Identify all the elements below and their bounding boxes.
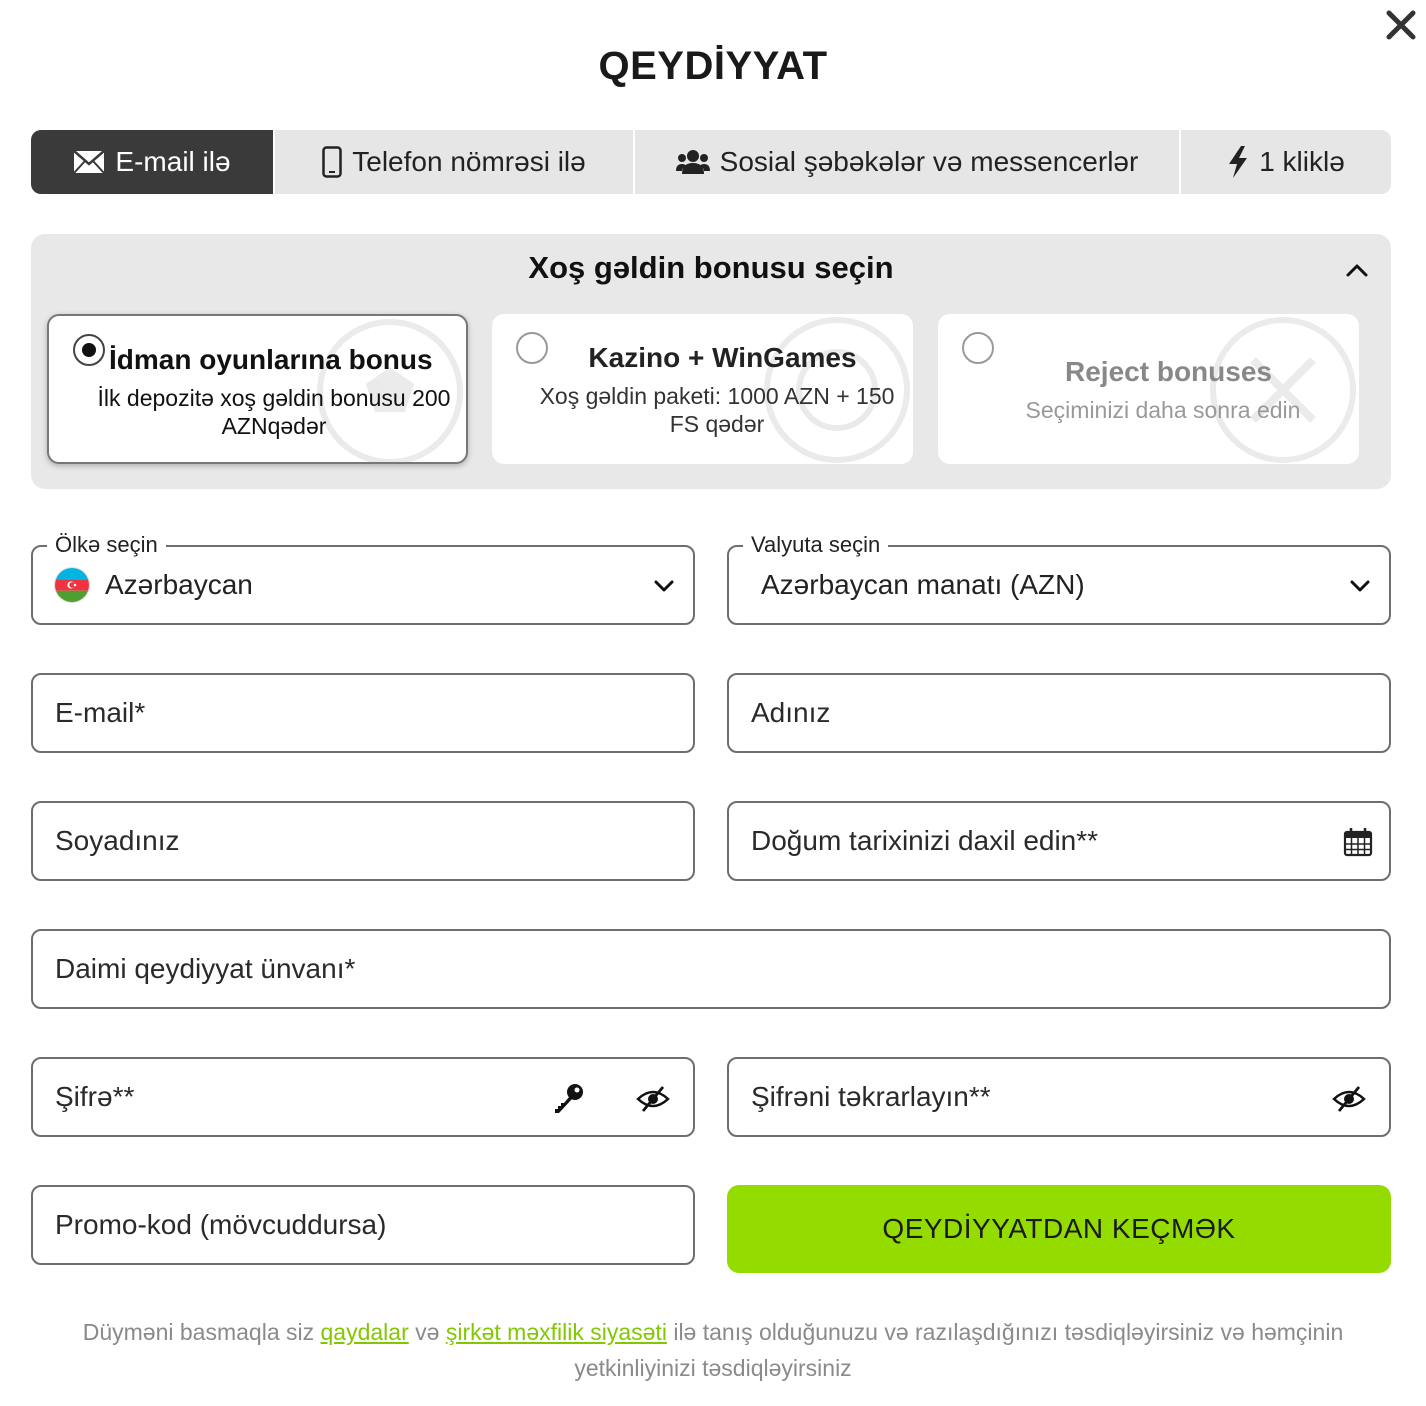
close-button[interactable] bbox=[1384, 8, 1418, 42]
terms-notice: Düyməni basmaqla siz qaydalar və şirkət … bbox=[40, 1314, 1386, 1386]
rules-link[interactable]: qaydalar bbox=[321, 1319, 409, 1345]
tab-email-label: E-mail ilə bbox=[115, 146, 231, 177]
country-select-label: Ölkə seçin bbox=[47, 530, 166, 560]
tab-email[interactable]: E-mail ilə bbox=[31, 130, 275, 194]
bonus-option-name: İdman oyunlarına bonus bbox=[109, 344, 433, 375]
bonus-option-description: Xoş gəldin paketi: 1000 AZN + 150 FS qəd… bbox=[539, 383, 895, 437]
tab-social-label: Sosial şəbəkələr və messencerlər bbox=[719, 146, 1139, 177]
password-placeholder: Şifrə** bbox=[55, 1081, 135, 1112]
address-field[interactable]: Daimi qeydiyyat ünvanı* bbox=[31, 929, 1391, 1009]
eye-slash-icon[interactable] bbox=[1331, 1081, 1367, 1117]
key-icon[interactable] bbox=[551, 1081, 587, 1117]
calendar-icon[interactable] bbox=[1343, 827, 1373, 857]
bonus-option-casino[interactable]: Kazino + WinGames Xoş gəldin paketi: 100… bbox=[492, 314, 913, 464]
tab-one-click[interactable]: 1 kliklə bbox=[1181, 130, 1391, 194]
collapse-bonus-button[interactable] bbox=[1343, 256, 1371, 284]
smartphone-icon bbox=[322, 146, 343, 178]
registration-method-tabs: E-mail ilə Telefon nömrəsi ilə Sosial şə… bbox=[31, 130, 1391, 194]
lightning-icon bbox=[1227, 146, 1249, 178]
promo-code-field[interactable]: Promo-kod (mövcuddursa) bbox=[31, 1185, 695, 1265]
currency-select-value: Azərbaycan manatı (AZN) bbox=[761, 569, 1085, 600]
email-placeholder: E-mail* bbox=[55, 697, 146, 728]
address-placeholder: Daimi qeydiyyat ünvanı* bbox=[55, 953, 356, 984]
users-icon bbox=[675, 149, 710, 175]
bonus-panel-title: Xoş gəldin bonusu seçin bbox=[528, 250, 894, 285]
bonus-option-name: Reject bonuses bbox=[1065, 356, 1272, 387]
privacy-policy-link[interactable]: şirkət məxfilik siyasəti bbox=[446, 1319, 667, 1345]
close-icon bbox=[1386, 10, 1416, 40]
first-name-placeholder: Adınız bbox=[751, 697, 831, 728]
terms-text-before: Düyməni basmaqla siz bbox=[82, 1319, 321, 1345]
birth-date-placeholder: Doğum tarixinizi daxil edin** bbox=[751, 825, 1099, 856]
password-repeat-placeholder: Şifrəni təkrarlayın** bbox=[751, 1081, 991, 1112]
currency-select[interactable]: Valyuta seçin Azərbaycan manatı (AZN) bbox=[727, 530, 1391, 625]
last-name-placeholder: Soyadınız bbox=[55, 825, 180, 856]
bonus-option-reject[interactable]: Reject bonuses Seçiminizi daha sonra edi… bbox=[938, 314, 1359, 464]
modal-title: QEYDİYYAT bbox=[598, 44, 828, 88]
cross-circle-icon bbox=[1210, 317, 1356, 463]
envelope-icon bbox=[73, 150, 106, 174]
bonus-option-description: İlk depozitə xoş gəldin bonusu 200 AZNqə… bbox=[97, 385, 451, 439]
bonus-option-sports[interactable]: İdman oyunlarına bonus İlk depozitə xoş … bbox=[47, 314, 468, 464]
tab-phone-label: Telefon nömrəsi ilə bbox=[352, 146, 586, 177]
first-name-field[interactable]: Adınız bbox=[727, 673, 1391, 753]
tab-social[interactable]: Sosial şəbəkələr və messencerlər bbox=[635, 130, 1181, 194]
eye-slash-icon[interactable] bbox=[635, 1081, 671, 1117]
tab-phone[interactable]: Telefon nömrəsi ilə bbox=[275, 130, 635, 194]
birth-date-field[interactable]: Doğum tarixinizi daxil edin** bbox=[727, 801, 1391, 881]
password-repeat-field[interactable]: Şifrəni təkrarlayın** bbox=[727, 1057, 1391, 1137]
currency-select-label: Valyuta seçin bbox=[743, 530, 889, 560]
azerbaijan-flag-icon bbox=[55, 568, 89, 602]
country-select[interactable]: Ölkə seçin Azərbaycan bbox=[31, 530, 695, 625]
bonus-option-name: Kazino + WinGames bbox=[588, 342, 857, 373]
email-field[interactable]: E-mail* bbox=[31, 673, 695, 753]
chevron-down-icon bbox=[654, 580, 674, 592]
tab-one-click-label: 1 kliklə bbox=[1259, 146, 1345, 177]
welcome-bonus-panel: Xoş gəldin bonusu seçin İdman oyunlarına… bbox=[31, 234, 1391, 489]
bonus-option-description: Seçiminizi daha sonra edin bbox=[1025, 397, 1301, 423]
terms-text-after: ilə tanış olduğunuzu və razılaşdığınızı … bbox=[574, 1319, 1344, 1381]
chevron-up-icon bbox=[1346, 264, 1368, 277]
chevron-down-icon bbox=[1350, 580, 1370, 592]
terms-and: və bbox=[408, 1319, 446, 1345]
register-submit-button[interactable]: QEYDİYYATDAN KEÇMƏK bbox=[727, 1185, 1391, 1273]
country-select-value: Azərbaycan bbox=[105, 569, 253, 600]
last-name-field[interactable]: Soyadınız bbox=[31, 801, 695, 881]
promo-code-placeholder: Promo-kod (mövcuddursa) bbox=[55, 1209, 387, 1240]
password-field[interactable]: Şifrə** bbox=[31, 1057, 695, 1137]
